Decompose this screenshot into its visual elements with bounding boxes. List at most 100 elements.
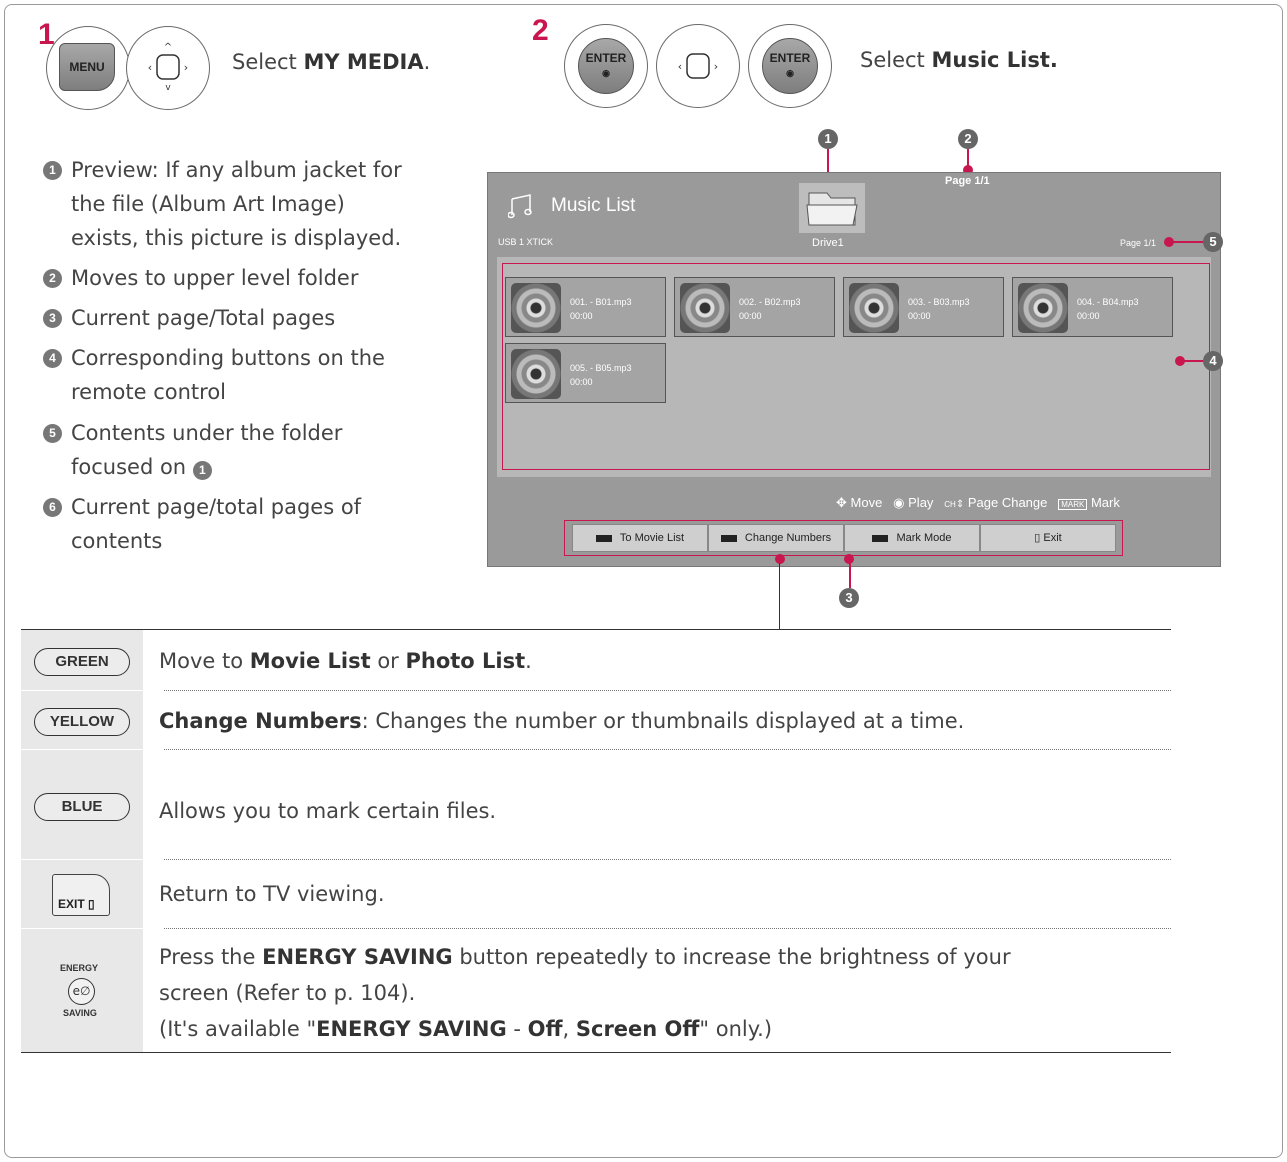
step-2-number: 2 [532, 14, 549, 47]
text: . [525, 649, 532, 673]
table-row-green: GREEN Move to Movie List or Photo List. [21, 630, 1171, 690]
file-info: 004. - B04.mp3 00:00 [1077, 295, 1139, 323]
file-time: 00:00 [1077, 311, 1100, 321]
enter-dot-icon: ◉ [786, 68, 794, 78]
table-row-yellow: YELLOW Change Numbers: Changes the numbe… [21, 691, 1171, 749]
file-thumbnail[interactable]: 001. - B01.mp3 00:00 [505, 277, 666, 337]
content-page-indicator: Page 1/1 [1120, 238, 1157, 248]
change-numbers-button[interactable]: Change Numbers [708, 524, 844, 552]
folder-preview[interactable] [799, 183, 865, 233]
text-bold: Photo List [405, 649, 526, 673]
legend-text: Contents under the folder focused on 1 [43, 416, 342, 484]
yellow-key-icon [720, 534, 737, 542]
exit-button[interactable]: ▯ Exit [980, 524, 1116, 552]
nav-pad-ring-2: ‹ › [656, 24, 740, 108]
hint-ch-key: CH [944, 500, 956, 509]
legend-text: Preview: If any album jacket for the fil… [43, 153, 402, 255]
legend-line: Moves to upper level folder [71, 266, 359, 290]
file-thumbnail[interactable]: 004. - B04.mp3 00:00 [1012, 277, 1173, 337]
table-connector-line [779, 563, 780, 629]
legend-badge: 5 [43, 424, 62, 443]
mark-mode-button[interactable]: Mark Mode [844, 524, 980, 552]
exit-key-label: EXIT [58, 897, 85, 911]
enter-button-ring-1: ENTER ◉ [564, 24, 648, 108]
hint-move: Move [850, 495, 883, 510]
step-1-instruction: Select MY MEDIA. [232, 50, 430, 74]
legend-line: Preview: If any album jacket for [71, 158, 402, 182]
legend-line: remote control [71, 380, 227, 404]
file-name: 003. - B03.mp3 [908, 297, 970, 307]
button-label: To Movie List [619, 532, 685, 544]
exit-door-icon: ▯ [1034, 532, 1044, 544]
callout-1: 1 [818, 129, 838, 149]
text: " only.) [699, 1017, 773, 1041]
cd-disc-icon [511, 283, 561, 333]
legend-line: exists, this picture is displayed. [71, 226, 402, 250]
usb-source-label: USB 1 XTICK [498, 237, 554, 247]
legend-badge: 2 [43, 269, 62, 288]
button-label: Mark Mode [896, 532, 952, 544]
step-2-prefix: Select [860, 48, 932, 72]
file-time: 00:00 [739, 311, 762, 321]
energy-key-bottom-label: SAVING [63, 1008, 97, 1018]
hint-play: Play [908, 495, 934, 510]
text: (It's available " [159, 1017, 317, 1041]
energy-description: Press the ENERGY SAVING button repeatedl… [159, 939, 1011, 1047]
green-description: Move to Movie List or Photo List. [159, 644, 532, 678]
text: Press the [159, 945, 263, 969]
drive-label: Drive1 [812, 237, 844, 249]
hint-mark: Mark [1090, 495, 1120, 510]
button-label: Change Numbers [744, 532, 832, 544]
file-thumbnail[interactable]: 002. - B02.mp3 00:00 [674, 277, 835, 337]
cd-disc-icon [511, 349, 561, 399]
hint-page-change: Page Change [967, 495, 1048, 510]
step-2-target: Music List. [931, 48, 1058, 72]
file-time: 00:00 [570, 377, 593, 387]
step-2-instruction: Select Music List. [860, 48, 1058, 72]
file-name: 001. - B01.mp3 [570, 297, 632, 307]
file-name: 002. - B02.mp3 [739, 297, 801, 307]
legend-line: the file (Album Art Image) [71, 192, 345, 216]
folder-icon [806, 192, 858, 226]
green-key-icon [595, 534, 612, 542]
cd-disc-icon [1018, 283, 1068, 333]
legend-badge: 6 [43, 498, 62, 517]
file-name: 005. - B05.mp3 [570, 363, 632, 373]
text-bold: Off [527, 1017, 563, 1041]
file-info: 003. - B03.mp3 00:00 [908, 295, 970, 323]
screen-title: Music List [551, 195, 636, 216]
legend-line: focused on 1 [71, 450, 342, 484]
callout-2: 2 [958, 129, 978, 149]
table-row-blue: BLUE Allows you to mark certain files. [21, 750, 1171, 859]
file-thumbnail[interactable]: 003. - B03.mp3 00:00 [843, 277, 1004, 337]
enter-key-1[interactable]: ENTER ◉ [578, 38, 634, 94]
blue-button-icon: BLUE [34, 793, 130, 821]
legend-item-2: 2 Moves to upper level folder [43, 261, 358, 295]
file-thumbnail[interactable]: 005. - B05.mp3 00:00 [505, 343, 666, 403]
navigation-pad-icon[interactable]: ^ v ‹ › [126, 26, 210, 110]
table-row-exit: EXIT ▯ Return to TV viewing. [21, 860, 1171, 928]
to-movie-list-button[interactable]: To Movie List [572, 524, 708, 552]
exit-key-icon: EXIT ▯ [52, 874, 110, 916]
legend-line: contents [71, 529, 163, 553]
nav-pad-ring: ^ v ‹ › [126, 26, 210, 110]
legend-line-text: focused on [71, 455, 193, 479]
button-label: Exit [1043, 532, 1062, 544]
blue-key-icon [872, 534, 889, 542]
legend-item-6: 6 Current page/total pages of contents [43, 490, 361, 558]
menu-key[interactable]: MENU [59, 43, 115, 91]
energy-line-2: screen (Refer to p. 104). [159, 981, 416, 1005]
legend-line: Current page/total pages of [71, 495, 362, 519]
enter-key-2[interactable]: ENTER ◉ [762, 38, 818, 94]
navigation-pad-icon[interactable]: ‹ › [656, 24, 740, 108]
yellow-button-icon: YELLOW [34, 708, 130, 736]
svg-text:›: › [184, 61, 188, 74]
table-bottom-rule [21, 1052, 1171, 1053]
svg-text:›: › [714, 60, 718, 73]
enter-key-2-label: ENTER [769, 51, 811, 65]
callout-3-dot-a [775, 554, 785, 564]
move-arrows-icon: ✥ [836, 495, 847, 510]
enter-button-ring-2: ENTER ◉ [748, 24, 832, 108]
file-name: 004. - B04.mp3 [1077, 297, 1139, 307]
callout-4: 4 [1203, 351, 1223, 371]
